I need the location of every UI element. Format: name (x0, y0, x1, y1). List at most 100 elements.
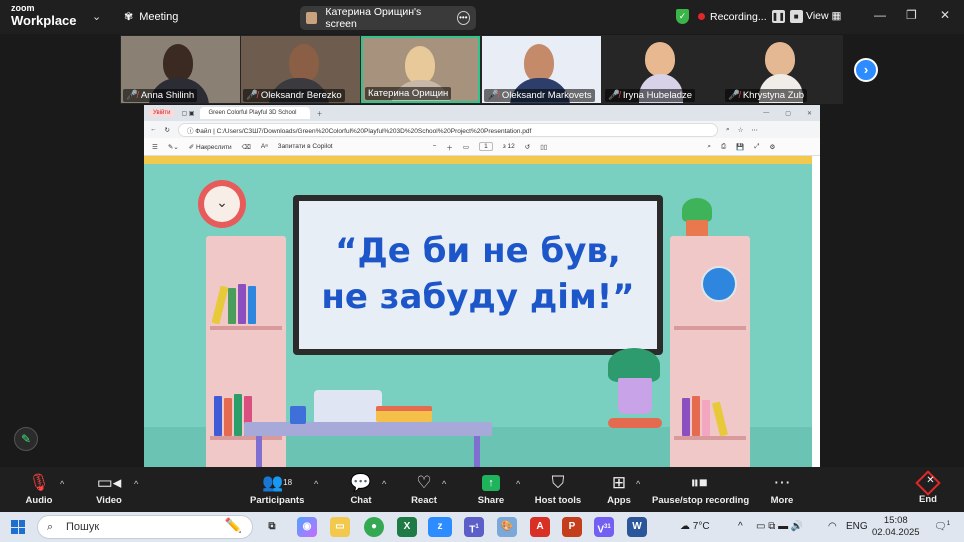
contents-icon[interactable]: ☰ (152, 143, 158, 151)
audio-options-caret[interactable]: ^ (60, 479, 64, 489)
page-view-icon[interactable]: ▯▯ (540, 143, 547, 151)
file-explorer-icon[interactable]: ▭ (330, 517, 350, 537)
participants-button[interactable]: 👥18 Participants (250, 473, 304, 506)
browser-restore-icon[interactable]: ▢ (785, 110, 791, 117)
fit-page-icon[interactable]: ▭ (463, 143, 469, 151)
minimize-icon[interactable]: — (874, 8, 886, 22)
browser-minimize-icon[interactable]: — (763, 110, 769, 117)
tab-actions-icon[interactable]: ▢ ▣ (181, 110, 194, 117)
chat-button[interactable]: 💬 Chat (344, 473, 378, 506)
more-options-icon[interactable]: ••• (456, 11, 470, 25)
pause-stop-recording-button[interactable]: ⏸⏹ Pause/stop recording (652, 473, 749, 506)
end-meeting-button[interactable]: ✕ End (914, 470, 942, 505)
participant-tile[interactable]: 🎤̸ Oleksandr Markovets (482, 36, 601, 103)
fullscreen-icon[interactable]: ⤢ (754, 143, 759, 151)
windows-taskbar: ⌕ Пошук ✏️ ⧉ ◉ ▭ ● X z T1 🎨 A P V31 W ☁ … (0, 512, 964, 542)
more-button[interactable]: ⋯ More (766, 473, 798, 506)
next-page-button[interactable]: › (854, 58, 878, 82)
participant-tile-active[interactable]: Катерина Орищин (361, 36, 480, 103)
powerpoint-icon[interactable]: P (562, 517, 582, 537)
zoom-in-icon[interactable]: ＋ (446, 142, 453, 152)
wall-clock-illustration: ⌄ (198, 180, 246, 228)
url-text: C:/Users/СЗШ7/Downloads/Green%20Colorful… (216, 127, 532, 135)
apps-options-caret[interactable]: ^ (636, 479, 640, 489)
share-button[interactable]: ↑ Share (474, 473, 508, 506)
zoom-taskbar-icon[interactable]: z (428, 517, 452, 537)
word-icon[interactable]: W (627, 517, 647, 537)
browser-address-bar: ← ↻ ⓘ Файл | C:/Users/СЗШ7/Downloads/Gre… (144, 121, 820, 138)
tray-apps-icons[interactable]: ▭ ⧉ ▬ 🔊 (756, 521, 803, 532)
page-number-input[interactable]: 1 (479, 142, 493, 151)
language-indicator[interactable]: ENG (846, 521, 868, 532)
task-view-icon[interactable]: ⧉ (262, 517, 282, 537)
pdf-reader-icon[interactable]: A (530, 517, 550, 537)
zoom-out-icon[interactable]: − (433, 143, 437, 150)
pdf-settings-icon[interactable]: ⚙ (769, 143, 775, 151)
host-tools-button[interactable]: ⛉ Host tools (534, 473, 582, 506)
pause-recording-icon[interactable]: ❚❚ (771, 10, 785, 23)
share-options-caret[interactable]: ^ (516, 479, 520, 489)
participant-tile[interactable]: 🎤̸ Iryna Hubeladze (603, 36, 722, 103)
erase-icon[interactable]: ⌫ (242, 143, 251, 151)
browser-close-icon[interactable]: ✕ (807, 110, 812, 117)
muted-mic-icon: 🎤̸ (608, 90, 620, 101)
browser-profile-button[interactable]: Увійти (148, 109, 176, 117)
zoom-page-icon[interactable]: ⌕ (726, 126, 730, 134)
taskbar-search-input[interactable]: ⌕ Пошук ✏️ (37, 515, 253, 539)
meeting-info-button[interactable]: ✾ Meeting (124, 10, 178, 24)
favorite-star-icon[interactable]: ☆ (738, 126, 744, 134)
view-button[interactable]: View ▦ (806, 10, 841, 22)
pdf-search-icon[interactable]: ⌕ (707, 143, 711, 151)
participants-label: Participants (250, 495, 305, 506)
apps-button[interactable]: ⊞ Apps (604, 473, 634, 506)
refresh-icon[interactable]: ↻ (165, 126, 170, 134)
browser-menu-icon[interactable]: ⋯ (751, 126, 758, 134)
chrome-icon[interactable]: ● (364, 517, 384, 537)
highlight-icon[interactable]: ✎⌄ (168, 143, 179, 151)
chevron-down-icon[interactable]: ⌄ (92, 10, 101, 23)
participant-tile[interactable]: 🎤̸ Oleksandr Berezko (241, 36, 360, 103)
video-options-caret[interactable]: ^ (134, 479, 138, 489)
slide-quote: “Де би не був, не забуду дім!” (299, 201, 657, 349)
react-button[interactable]: ♡ React (406, 473, 442, 506)
video-button[interactable]: ▭◂ Video (92, 473, 126, 506)
url-field[interactable]: ⓘ Файл | C:/Users/СЗШ7/Downloads/Green%2… (177, 122, 718, 137)
muted-mic-icon: 🎤̸ (246, 90, 258, 101)
paint-icon[interactable]: 🎨 (497, 517, 517, 537)
viber-icon[interactable]: V31 (594, 517, 614, 537)
save-icon[interactable]: 💾 (736, 143, 744, 151)
participant-tile[interactable]: 🎤̸ Anna Shilinh (121, 36, 240, 103)
notifications-icon[interactable]: 🗨1 (934, 521, 950, 532)
teams-icon[interactable]: T1 (464, 517, 484, 537)
copilot-button[interactable]: Запитати в Copilot (278, 143, 333, 150)
participant-gallery: 🎤̸ Anna Shilinh 🎤̸ Oleksandr Berezko Катер… (120, 35, 843, 104)
screen-share-pill[interactable]: Катерина Орищин's screen ••• (300, 6, 476, 30)
windows-start-icon[interactable] (11, 520, 25, 534)
restore-icon[interactable]: ❐ (906, 8, 917, 22)
draw-label: Накреслити (196, 143, 232, 151)
close-icon[interactable]: ✕ (940, 8, 950, 22)
react-options-caret[interactable]: ^ (442, 479, 446, 489)
rotate-icon[interactable]: ↺ (525, 143, 530, 151)
back-arrow-icon[interactable]: ← (150, 126, 157, 133)
draw-button[interactable]: ✐ Накреслити (189, 143, 232, 151)
excel-icon[interactable]: X (397, 517, 417, 537)
audio-button[interactable]: 🎙 Audio (22, 473, 56, 506)
browser-tab[interactable]: Green Colorful Playful 3D School (200, 107, 311, 119)
copilot-icon[interactable]: ◉ (297, 517, 317, 537)
wifi-icon[interactable]: ◠ (828, 521, 837, 532)
security-shield-icon[interactable]: ✓ (676, 9, 689, 24)
weather-widget[interactable]: ☁ 7°C (680, 521, 710, 532)
viber-badge: 31 (603, 524, 611, 530)
new-tab-icon[interactable]: ＋ (316, 109, 322, 118)
read-aloud-icon[interactable]: Aᵃ (261, 143, 268, 150)
print-icon[interactable]: ⎙ (721, 143, 726, 151)
annotate-pen-icon[interactable]: ✎ (14, 427, 38, 451)
stop-recording-icon[interactable]: ■ (789, 10, 803, 23)
chat-options-caret[interactable]: ^ (382, 479, 386, 489)
participants-options-caret[interactable]: ^ (314, 479, 318, 489)
system-clock[interactable]: 15:08 02.04.2025 (872, 515, 920, 539)
participant-tile[interactable]: 🎤̸ Khrystyna Zub (723, 36, 842, 103)
paw-icon: ✾ (124, 11, 134, 23)
tray-chevron-icon[interactable]: ^ (738, 521, 743, 532)
